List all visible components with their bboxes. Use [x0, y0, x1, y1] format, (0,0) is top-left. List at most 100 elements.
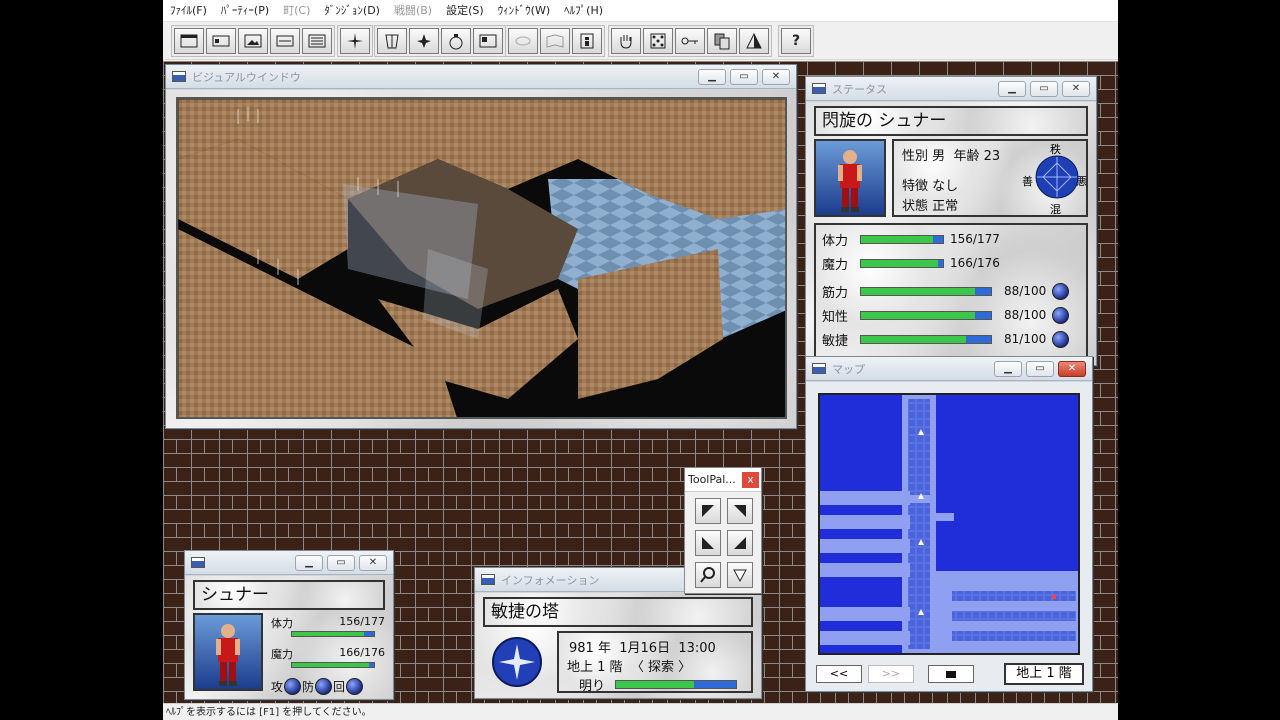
menu-town[interactable]: 町(C)	[276, 0, 317, 22]
stat-orb-icon[interactable]	[1052, 282, 1069, 300]
item-button[interactable]	[441, 28, 471, 54]
status-window-titlebar[interactable]: ステータス ▁ ▭ ✕	[806, 77, 1096, 101]
book-icon	[546, 34, 564, 48]
status-window: ステータス ▁ ▭ ✕ 閃旋の シュナー 性別 男 年齢 23 特徴 なし 状態…	[805, 76, 1097, 366]
minimize-button[interactable]: ▁	[994, 360, 1022, 377]
menu-battle[interactable]: 戦闘(B)	[387, 0, 439, 22]
magic-button[interactable]	[340, 28, 370, 54]
search-button[interactable]	[695, 562, 721, 588]
skill-button[interactable]	[409, 28, 439, 54]
visual-window: ビジュアルウインドウ ▁ ▭ ✕	[165, 64, 797, 429]
visual-window-button[interactable]	[174, 28, 204, 54]
close-button[interactable]: ✕	[762, 68, 790, 85]
warrior-portrait-icon	[838, 150, 862, 212]
menu-settings[interactable]: 設定(S)	[439, 0, 491, 22]
stat-label: 体力	[822, 233, 849, 249]
picture-icon	[244, 34, 262, 48]
dice-button[interactable]	[643, 28, 673, 54]
status-window-title: ステータス	[832, 82, 887, 96]
menu-window[interactable]: ｳｨﾝﾄﾞｳ(W)	[491, 0, 557, 22]
mode-indicator[interactable]: 〈 探索 〉	[631, 660, 691, 675]
map-center-button[interactable]	[928, 665, 974, 683]
toolbar-group-magic	[337, 25, 373, 57]
stat-value: 88/100	[1004, 308, 1047, 322]
maximize-button[interactable]: ▭	[730, 68, 758, 85]
move-down-button[interactable]	[727, 562, 753, 588]
close-button[interactable]: ✕	[359, 554, 387, 571]
minimize-button[interactable]: ▁	[295, 554, 323, 571]
stat-orb-icon[interactable]	[1052, 306, 1069, 324]
info-button[interactable]	[572, 28, 602, 54]
close-button[interactable]: ✕	[1058, 360, 1086, 377]
maximize-button[interactable]: ▭	[1026, 360, 1054, 377]
year-value: 981	[569, 641, 594, 656]
copy-button[interactable]	[707, 28, 737, 54]
stat-label: 魔力	[822, 257, 849, 273]
mini-character-name: シュナー	[201, 585, 269, 605]
close-button[interactable]: ✕	[1062, 80, 1090, 97]
maximize-button[interactable]: ▭	[1030, 80, 1058, 97]
stat-row-agi: 敏捷 81/100	[822, 329, 1069, 349]
character-window-titlebar[interactable]: ▁ ▭ ✕	[185, 551, 393, 575]
evade-button[interactable]	[346, 678, 364, 695]
strafe-left-button[interactable]	[695, 530, 721, 556]
strafe-right-button[interactable]	[727, 530, 753, 556]
hand-button[interactable]	[611, 28, 641, 54]
dungeon-3d-view[interactable]	[176, 97, 787, 419]
menu-dungeon[interactable]: ﾀﾞﾝｼﾞｮﾝ(D)	[317, 0, 387, 22]
trait-label: 特徴	[902, 179, 929, 194]
stat-orb-icon[interactable]	[1052, 330, 1069, 348]
turn-left-button[interactable]	[695, 498, 721, 524]
defend-button[interactable]	[315, 678, 333, 695]
maximize-button[interactable]: ▭	[327, 554, 355, 571]
picture-window-button[interactable]	[238, 28, 268, 54]
window-system-icon[interactable]	[172, 71, 186, 82]
stat-bar-fill	[861, 259, 939, 267]
book-button[interactable]	[540, 28, 570, 54]
table-window-button[interactable]	[302, 28, 332, 54]
stat-label: 筋力	[822, 285, 849, 301]
alignment-chaos: 混	[1050, 203, 1061, 216]
menu-help[interactable]: ﾍﾙﾌﾟ(H)	[557, 0, 610, 22]
light-bar-fill	[616, 681, 695, 688]
tool-palette-close-button[interactable]: x	[742, 471, 759, 488]
dungeon-map-image	[820, 395, 1078, 653]
character-mini-window: ▁ ▭ ✕ シュナー 体力 156/177 魔力 166/176 攻 防 回	[184, 550, 394, 700]
card-icon	[212, 35, 230, 47]
mini-hp-bar	[291, 631, 375, 637]
turn-right-button[interactable]	[727, 498, 753, 524]
minimize-button[interactable]: ▁	[998, 80, 1026, 97]
window-system-icon[interactable]	[812, 83, 826, 94]
map-prev-button[interactable]: <<	[816, 665, 862, 683]
triangle-down-icon	[733, 569, 747, 583]
menu-file[interactable]: ﾌｧｲﾙ(F)	[163, 0, 214, 22]
toolbar: ?	[163, 22, 1118, 60]
attack-button[interactable]	[284, 678, 302, 695]
mini-character-portrait[interactable]	[193, 613, 263, 691]
char-window-button[interactable]	[206, 28, 236, 54]
stat-value: 166/176	[950, 256, 1000, 270]
card-button[interactable]	[473, 28, 503, 54]
help-button[interactable]: ?	[781, 28, 811, 54]
key-button[interactable]	[675, 28, 705, 54]
map-next-button[interactable]: >>	[868, 665, 914, 683]
map-window-titlebar[interactable]: マップ ▁ ▭ ✕	[806, 357, 1092, 381]
mini-mp-value: 166/176	[339, 646, 385, 659]
visual-window-titlebar[interactable]: ビジュアルウインドウ ▁ ▭ ✕	[166, 65, 796, 89]
equip-button[interactable]	[377, 28, 407, 54]
minimize-button[interactable]: ▁	[698, 68, 726, 85]
window-system-icon[interactable]	[191, 557, 205, 568]
map-floor-label: 地上 1 階	[1004, 663, 1084, 685]
triangle-button[interactable]	[739, 28, 769, 54]
menu-party[interactable]: ﾊﾟｰﾃｨｰ(P)	[214, 0, 276, 22]
arrow-sw-icon	[702, 537, 714, 549]
stat-bar	[860, 334, 992, 344]
dungeon-map[interactable]	[818, 393, 1080, 655]
list-window-button[interactable]	[270, 28, 300, 54]
window-system-icon[interactable]	[812, 363, 826, 374]
tool-palette-titlebar[interactable]: ToolPal... x	[685, 468, 761, 492]
link-button[interactable]	[508, 28, 538, 54]
hand-icon	[620, 35, 632, 49]
stop-icon	[946, 671, 956, 678]
window-system-icon[interactable]	[481, 574, 495, 585]
